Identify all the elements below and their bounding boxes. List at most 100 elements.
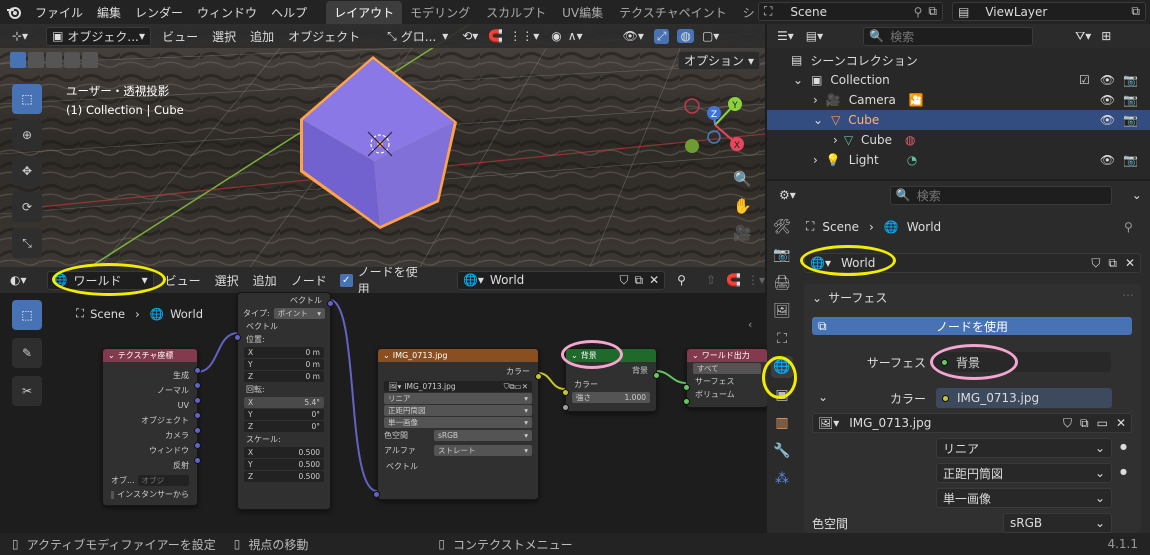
close-icon[interactable]: ✕: [1125, 256, 1135, 270]
camera-view-icon[interactable]: 🎥: [733, 224, 752, 242]
node-menu-node[interactable]: ノード: [284, 272, 334, 289]
menu-help[interactable]: ヘルプ: [264, 4, 314, 21]
select-extend-icon[interactable]: [28, 52, 44, 68]
cube-object[interactable]: [0, 24, 765, 267]
proportional-edit-icon[interactable]: ◉: [551, 29, 561, 43]
texture-coordinate-node[interactable]: ⌄ テクスチャ座標 生成 ノーマル UV オブジェクト カメラ ウィンドウ 反射…: [102, 348, 198, 506]
outliner-search[interactable]: 🔍 検索: [863, 26, 1034, 46]
alpha-dropdown[interactable]: ストレート ▾: [434, 445, 532, 456]
socket-vector-in[interactable]: [373, 491, 380, 498]
menu-file[interactable]: ファイル: [28, 4, 90, 21]
links-cut-tool[interactable]: ✂: [12, 376, 42, 406]
projection-dropdown[interactable]: 正距円筒図 ⌄: [936, 463, 1112, 483]
interpolation-dropdown[interactable]: リニア ▾: [384, 393, 532, 404]
world-volume-socket[interactable]: [683, 394, 690, 408]
extension-dropdown[interactable]: 単一画像 ▾: [384, 417, 532, 428]
mode-selector[interactable]: ▣ オブジェク... ▾: [46, 26, 152, 46]
socket-generated[interactable]: [194, 367, 201, 374]
select-subtract-icon[interactable]: [46, 52, 62, 68]
scene-selector[interactable]: ⛶ Scene ⚲ ⧉: [758, 2, 943, 21]
new-collection-icon[interactable]: ⊞: [1101, 29, 1111, 43]
select-intersect-icon[interactable]: [82, 52, 98, 68]
use-nodes-button[interactable]: ⧉ ノードを使用: [812, 317, 1132, 335]
duplicate-icon[interactable]: ⧉: [1108, 256, 1117, 271]
mapping-node[interactable]: ベクトル タイプ: ポイント ▾ ベクトル 位置: X0 m Y0 m Z0 m …: [237, 292, 331, 510]
tab-output-icon[interactable]: 🖨: [771, 272, 793, 294]
drag-handle-icon[interactable]: ⋯: [1122, 288, 1134, 302]
viewport-menu-object[interactable]: オブジェクト: [281, 28, 367, 45]
select-new-icon[interactable]: [10, 52, 26, 68]
zoom-icon[interactable]: 🔍: [733, 170, 752, 188]
viewport-menu-view[interactable]: ビュー: [155, 28, 205, 45]
strength-field[interactable]: 強さ 1.000: [572, 392, 650, 403]
viewlayer-selector[interactable]: ▤ ViewLayer ⧉: [952, 2, 1146, 21]
socket-strength-in[interactable]: [562, 404, 569, 411]
render-camera-icon[interactable]: 📷: [1123, 73, 1138, 87]
pin-icon[interactable]: ⚲: [677, 273, 686, 287]
duplicate-icon[interactable]: ⧉: [1080, 416, 1089, 431]
keyframe-dot-icon[interactable]: ●: [1120, 467, 1127, 476]
new-viewlayer-icon[interactable]: ⧉: [1131, 4, 1140, 19]
options-chevron-icon[interactable]: ⌄: [1132, 188, 1142, 202]
eye-icon[interactable]: 👁: [1100, 73, 1115, 87]
snap-icon[interactable]: 🧲: [488, 29, 503, 43]
menu-window[interactable]: ウィンドウ: [190, 4, 264, 21]
eye-icon[interactable]: 👁: [1100, 153, 1115, 167]
tab-scene-icon[interactable]: ⛶: [771, 328, 793, 350]
fake-user-icon[interactable]: ⛉: [1063, 416, 1072, 431]
tab-tool-icon[interactable]: 🛠: [771, 216, 793, 238]
tab-layout[interactable]: レイアウト: [326, 0, 403, 24]
socket-reflection[interactable]: [194, 457, 201, 464]
outliner-row-light[interactable]: › 💡 Light ◔ 👁 📷: [767, 150, 1150, 170]
image-datablock-field[interactable]: 🖼▾ IMG_0713.jpg ⛉ ⧉ ▭ ✕: [812, 413, 1132, 433]
menu-edit[interactable]: 編集: [90, 4, 128, 21]
outliner-row-cube-mesh[interactable]: › ▽ Cube ◍: [767, 130, 1150, 150]
node-menu-select[interactable]: 選択: [208, 272, 246, 289]
scale-y-field[interactable]: Y 0.500: [244, 459, 324, 470]
scene-collection-row[interactable]: ▤ シーンコレクション: [767, 50, 1150, 70]
properties-search[interactable]: 🔍 検索: [889, 185, 1112, 205]
background-out-socket[interactable]: [653, 368, 660, 382]
mapping-output-socket[interactable]: [327, 296, 334, 310]
gizmo-toggle-icon[interactable]: ⤢: [653, 28, 670, 44]
colorspace-dropdown[interactable]: sRGB ⌄: [1003, 513, 1112, 533]
sidebar-toggle-icon[interactable]: ‹: [748, 318, 752, 331]
falloff-icon[interactable]: ∧▾: [568, 29, 583, 43]
background-strength-socket[interactable]: [562, 400, 569, 414]
render-camera-icon[interactable]: 📷: [1123, 113, 1138, 127]
socket-vector-out[interactable]: [327, 300, 334, 307]
socket-uv[interactable]: [194, 397, 201, 404]
mapping-input-socket[interactable]: [234, 330, 241, 344]
menu-render[interactable]: レンダー: [128, 4, 190, 21]
editor-type-icon[interactable]: ☰▾: [777, 29, 794, 43]
chevron-down-icon[interactable]: ⌄: [793, 73, 803, 87]
socket-normal[interactable]: [194, 382, 201, 389]
surface-panel-header[interactable]: ⌄ サーフェス: [812, 289, 887, 306]
type-dropdown[interactable]: ポイント ▾: [273, 308, 325, 319]
extension-dropdown[interactable]: 単一画像 ⌄: [936, 488, 1112, 508]
select-difference-icon[interactable]: [64, 52, 80, 68]
pin-icon[interactable]: ⚲: [914, 5, 923, 19]
pin-icon[interactable]: ⚲: [1124, 220, 1133, 234]
blender-logo-icon[interactable]: [0, 4, 28, 20]
tab-render-icon[interactable]: 📷: [771, 244, 793, 266]
color-input-field[interactable]: IMG_0713.jpg: [936, 388, 1112, 408]
rotation-z-field[interactable]: Z 0°: [244, 421, 324, 432]
fake-user-icon[interactable]: ⛉⧉▭✕: [504, 382, 528, 392]
render-camera-icon[interactable]: 📷: [1123, 93, 1138, 107]
socket-vector-in[interactable]: [234, 334, 241, 341]
background-color-socket[interactable]: [562, 385, 569, 399]
socket-color-in[interactable]: [562, 389, 569, 396]
snap-settings-icon[interactable]: ⋮▾: [747, 273, 765, 287]
cursor-tool[interactable]: ⊕: [12, 120, 42, 150]
tab-modifier-icon[interactable]: 🔧: [771, 440, 793, 462]
image-selector[interactable]: 🖼▾ IMG_0713.jpg ⛉⧉▭✕: [384, 381, 532, 392]
tab-modeling[interactable]: モデリング: [402, 1, 478, 24]
image-texture-node[interactable]: ⌄ IMG_0713.jpg カラー 🖼▾ IMG_0713.jpg ⛉⧉▭✕ …: [377, 348, 539, 500]
close-icon[interactable]: ✕: [649, 273, 659, 287]
navigation-gizmo[interactable]: Z Y X: [680, 90, 750, 160]
collapse-icon[interactable]: ⌄: [108, 351, 115, 360]
socket-object[interactable]: [194, 412, 201, 419]
rotation-x-field[interactable]: X 5.4°: [244, 397, 324, 408]
world-datablock-selector[interactable]: 🌐▾ World ⛉ ⧉ ✕: [456, 270, 666, 290]
